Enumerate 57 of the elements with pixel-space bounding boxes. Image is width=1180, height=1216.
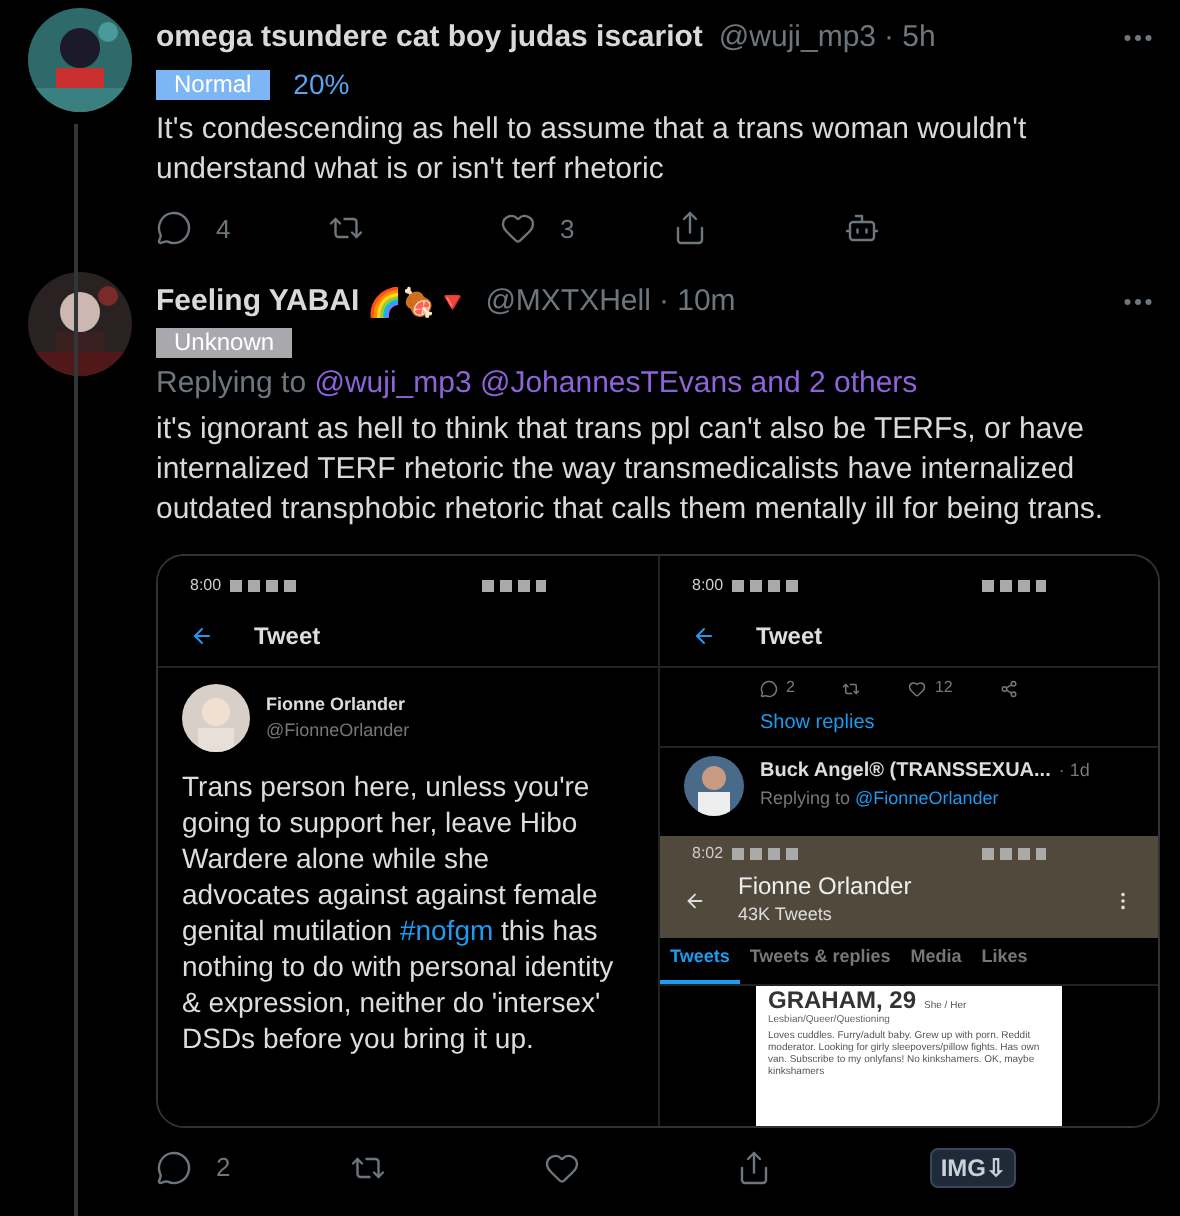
author-name: Buck Angel® (TRANSSEXUA... [760, 758, 1051, 786]
timestamp: · 10m [658, 282, 736, 322]
like-icon[interactable] [500, 210, 536, 247]
embedded-screenshot[interactable] [158, 556, 660, 1126]
robot-icon[interactable] [844, 210, 880, 247]
like-icon[interactable] [543, 1150, 580, 1186]
timestamp: · 5h [884, 18, 936, 58]
count: 12 [934, 676, 953, 700]
share-icon[interactable] [672, 210, 708, 247]
hashtag-link[interactable]: #nofgm [399, 914, 494, 946]
count: 4 [216, 211, 231, 247]
back-icon[interactable] [692, 623, 716, 647]
embedded-screenshot[interactable] [660, 556, 1158, 1126]
like-icon [908, 679, 927, 697]
author-handle: @FionneOrlander [266, 718, 410, 744]
name-emoji: 🌈🍖🔻 [367, 283, 470, 322]
back-icon[interactable] [684, 889, 706, 912]
card-title: GRAHAM, 29 [768, 987, 917, 1013]
image-download-button[interactable]: IMG⇩ [930, 1148, 1016, 1188]
reply-icon [760, 679, 778, 697]
status-clock: 8:00 [190, 574, 222, 598]
back-icon[interactable] [190, 623, 214, 647]
tweet-text: it's ignorant as hell to think that trans ppl can't also be TERFs, or have internalized TERF rhetoric the way transmedicalists have internalized outdated transphobic rhetoric that calls them mentally ill for being trans. [156, 410, 1106, 530]
status-clock: 8:00 [692, 574, 724, 598]
author-name: Fionne Orlander [266, 691, 408, 717]
screen-title: Tweet [254, 619, 321, 653]
share-icon [1000, 679, 1019, 697]
replying-to: Replying to @wuji_mp3 @JohannesTEvans and 2 others [156, 363, 920, 403]
mention-link[interactable]: @FionneOrlander [855, 788, 999, 808]
share-icon[interactable] [736, 1150, 773, 1186]
count: 2 [786, 676, 795, 700]
count: 2 [216, 1150, 231, 1187]
timestamp: · 1d [1058, 757, 1090, 784]
handle[interactable]: @wuji_mp3 [718, 16, 877, 61]
mention-link[interactable]: @wuji_mp3 @JohannesTEvans and 2 others [314, 365, 918, 399]
embedded-tweet-text: Trans person here, unless you're going to support her, leave Hibo Wardere alone while she advocates against against female genital mutilation #nofgm this has nothing to do with personal identity & expression, neither do 'intersex' DSDs before you bring it up. [180, 768, 616, 1056]
handle[interactable]: @MXTXHell [485, 280, 651, 325]
profile-tab[interactable]: Likes [971, 937, 1038, 983]
profile-name: Fionne Orlander [738, 872, 912, 902]
count: 3 [560, 211, 575, 247]
label-badge: Normal [156, 69, 270, 99]
reply-icon[interactable] [156, 1150, 192, 1186]
reply-icon[interactable] [156, 210, 192, 247]
profile-tab[interactable]: Tweets [660, 937, 740, 983]
tweet-count: 43K Tweets [738, 902, 834, 928]
profile-tab[interactable]: Tweets & replies [739, 937, 901, 983]
screen-title: Tweet [756, 619, 823, 653]
retweet-icon [842, 679, 861, 697]
status-clock: 8:02 [692, 842, 724, 866]
label-badge: Unknown [156, 327, 293, 357]
profile-tab[interactable]: Media [900, 937, 972, 983]
score: 20% [293, 65, 350, 103]
display-name[interactable]: Feeling YABAI [156, 280, 360, 325]
display-name[interactable]: omega tsundere cat boy judas iscariot [156, 16, 703, 61]
replying-to: Replying to @FionneOrlander [760, 786, 1001, 812]
show-replies-link[interactable]: Show replies [660, 700, 1158, 748]
tweet-text: It's condescending as hell to assume that a trans woman wouldn't understand what is or isn't terf rhetoric [156, 109, 1029, 189]
